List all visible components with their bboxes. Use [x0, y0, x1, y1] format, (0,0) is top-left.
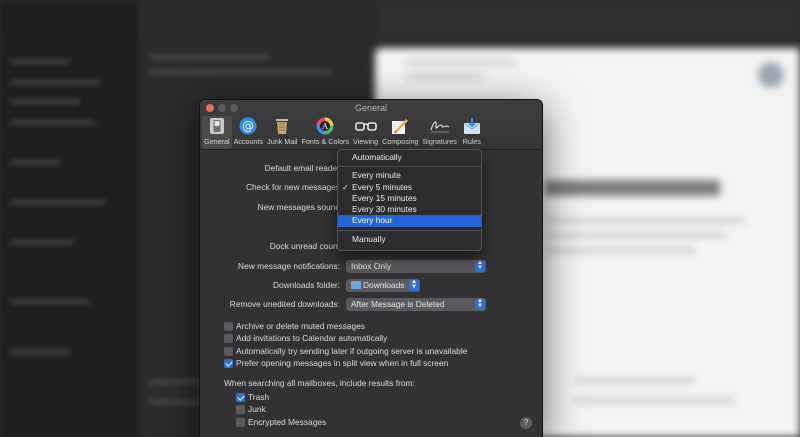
- menu-item-label: Manually: [352, 233, 386, 244]
- checkbox-label: Encrypted Messages: [248, 417, 327, 427]
- downloads-label: Downloads folder:: [272, 280, 340, 290]
- menu-item-label: Automatically: [352, 152, 402, 162]
- tab-rules[interactable]: Rules: [459, 116, 485, 149]
- checkbox-label: Prefer opening messages in split view wh…: [236, 358, 449, 368]
- background-sidebar: [0, 0, 140, 437]
- menu-separator: [338, 229, 481, 231]
- notifications-label: New message notifications:: [238, 261, 340, 271]
- menu-separator: [338, 166, 481, 168]
- tab-label: Junk Mail: [267, 137, 298, 146]
- mail-rules-icon: [461, 116, 483, 136]
- checkbox-box: [236, 405, 245, 414]
- svg-text:A: A: [321, 122, 328, 131]
- tab-composing[interactable]: Composing: [380, 116, 420, 149]
- checkbox-box: [224, 322, 233, 331]
- tab-label: Signatures: [422, 137, 457, 146]
- notifications-row: New message notifications: Inbox Only ▲ ▼: [200, 260, 542, 274]
- downloads-popup[interactable]: Downloads ▲ ▼: [346, 279, 420, 292]
- remove-downloads-label: Remove unedited downloads:: [229, 299, 340, 309]
- checkbox-box: [236, 393, 245, 402]
- checkmark-icon: ✓: [342, 182, 349, 192]
- remove-downloads-row: Remove unedited downloads: After Message…: [200, 298, 542, 312]
- checkbox-label: Add invitations to Calendar automaticall…: [236, 333, 388, 343]
- menu-item-every-hour[interactable]: Every hour: [338, 215, 481, 227]
- pencil-paper-icon: [389, 116, 411, 136]
- notifications-popup[interactable]: Inbox Only ▲ ▼: [346, 260, 486, 273]
- preferences-toolbar: General @ Accounts Junk Mail A Fonts & C…: [202, 116, 485, 149]
- tab-accounts[interactable]: @ Accounts: [232, 116, 266, 149]
- checkbox-label: Automatically try sending later if outgo…: [236, 346, 468, 356]
- checkbox-box: [236, 418, 245, 427]
- tab-fonts-colors[interactable]: A Fonts & Colors: [300, 116, 352, 149]
- menu-item-every-30-minutes[interactable]: Every 30 minutes: [338, 204, 481, 215]
- general-switch-icon: [206, 116, 228, 136]
- tab-label: Composing: [382, 137, 419, 146]
- at-sign-icon: @: [237, 116, 259, 136]
- check-messages-label: Check for new messages: [245, 182, 340, 192]
- tab-viewing[interactable]: Viewing: [351, 116, 380, 149]
- glasses-icon: [354, 116, 377, 136]
- tab-label: Fonts & Colors: [301, 137, 350, 146]
- default-reader-label: Default email reader: [264, 163, 340, 173]
- downloads-value: Downloads: [363, 280, 405, 290]
- chevron-updown-icon: ▲ ▼: [475, 298, 485, 310]
- menu-item-manually[interactable]: Manually: [338, 234, 481, 245]
- chevron-updown-icon: ▲ ▼: [409, 279, 419, 291]
- remove-downloads-popup[interactable]: After Message is Deleted ▲ ▼: [346, 298, 486, 311]
- downloads-row: Downloads folder: Downloads ▲ ▼: [200, 279, 542, 293]
- dock-unread-label: Dock unread count: [269, 241, 340, 251]
- menu-item-label: Every minute: [352, 170, 401, 181]
- checkbox-label: Trash: [248, 392, 270, 402]
- menu-item-every-minute[interactable]: Every minute: [338, 170, 481, 181]
- checkbox-box: [224, 334, 233, 343]
- checkbox-box: [224, 359, 233, 368]
- color-wheel-icon: A: [314, 116, 336, 136]
- tab-general[interactable]: General: [202, 116, 232, 149]
- check-frequency-menu: Automatically Every minute ✓ Every 5 minu…: [337, 149, 482, 251]
- title-bar: General General @ Accounts Junk Mail A F…: [200, 100, 542, 150]
- tab-signatures[interactable]: Signatures: [420, 116, 458, 149]
- tab-label: General: [204, 137, 230, 146]
- help-button[interactable]: ?: [520, 417, 532, 429]
- menu-item-label: Every hour: [352, 215, 393, 226]
- tab-label: Viewing: [353, 137, 379, 146]
- tab-label: Accounts: [233, 137, 264, 146]
- checkbox-box: [224, 347, 233, 356]
- menu-item-automatically[interactable]: Automatically: [338, 152, 481, 163]
- menu-item-label: Every 15 minutes: [352, 192, 417, 203]
- checkbox-label: Junk: [248, 404, 266, 414]
- chevron-updown-icon: ▲ ▼: [475, 260, 485, 272]
- menu-item-every-5-minutes[interactable]: ✓ Every 5 minutes: [338, 182, 481, 193]
- svg-text:@: @: [242, 119, 254, 133]
- menu-item-every-15-minutes[interactable]: Every 15 minutes: [338, 193, 481, 204]
- messages-sound-label: New messages sound: [257, 202, 340, 212]
- search-results-label: When searching all mailboxes, include re…: [224, 378, 415, 388]
- notifications-value: Inbox Only: [351, 261, 392, 271]
- window-title: General: [354, 103, 388, 113]
- checkbox-label: Archive or delete muted messages: [236, 321, 365, 331]
- remove-downloads-value: After Message is Deleted: [351, 299, 445, 309]
- menu-item-label: Every 30 minutes: [352, 204, 417, 215]
- tab-label: Rules: [462, 137, 482, 146]
- menu-item-label: Every 5 minutes: [352, 181, 413, 192]
- folder-icon: [351, 281, 361, 289]
- trash-can-icon: [271, 116, 293, 136]
- signature-icon: [429, 116, 451, 136]
- tab-junk-mail[interactable]: Junk Mail: [265, 116, 299, 149]
